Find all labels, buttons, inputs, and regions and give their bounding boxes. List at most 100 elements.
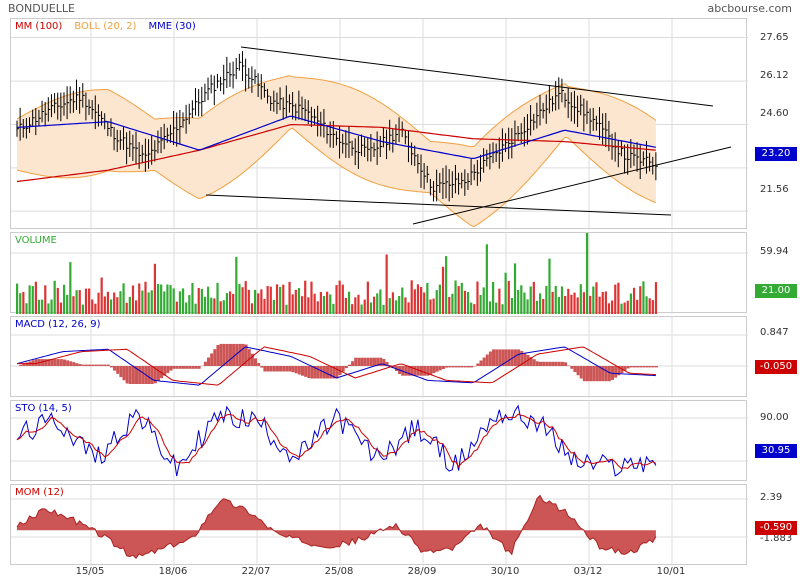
volume-bar	[376, 293, 379, 314]
legend-item: STO (14, 5)	[15, 403, 72, 414]
volume-bar	[419, 287, 423, 314]
volume-bar	[373, 296, 376, 314]
sto-legend: STO (14, 5)	[15, 403, 84, 414]
sto-plot	[11, 401, 748, 482]
volume-bar	[326, 291, 329, 314]
volume-bar	[557, 297, 560, 314]
volume-bar	[307, 297, 310, 314]
volume-bar	[144, 281, 147, 314]
macd-histogram-bar	[109, 366, 113, 368]
volume-bar	[225, 293, 229, 314]
volume-bar	[62, 284, 66, 314]
x-tick-label: 03/12	[573, 566, 603, 577]
volume-bar	[310, 281, 313, 314]
volume-bar	[564, 296, 567, 314]
mom-plot	[11, 485, 748, 566]
macd-histogram-bar	[557, 361, 561, 366]
macd-histogram-bar	[203, 361, 207, 366]
volume-bar	[207, 286, 210, 314]
volume-bar	[601, 292, 604, 314]
macd-histogram-bar	[257, 363, 261, 366]
volume-bar	[122, 283, 125, 314]
macd-histogram-bar	[363, 357, 367, 366]
macd-panel: MACD (12, 26, 9)	[10, 316, 748, 398]
volume-bar	[573, 292, 576, 314]
volume-bar	[592, 286, 595, 314]
macd-histogram-bar	[150, 366, 154, 384]
volume-bar	[510, 298, 514, 314]
volume-bar	[31, 286, 34, 314]
macd-histogram-bar	[592, 366, 596, 382]
volume-bar	[332, 303, 335, 314]
legend-item: VOLUME	[15, 235, 57, 246]
y-tick-label: 26.12	[760, 70, 789, 81]
volume-bar	[297, 288, 301, 314]
volume-bar	[648, 298, 651, 314]
macd-histogram-bar	[451, 366, 455, 368]
macd-histogram-bar	[523, 353, 527, 366]
macd-histogram-bar	[347, 364, 351, 366]
volume-bar	[476, 281, 479, 314]
momentum-area	[17, 495, 656, 559]
x-tick-label: 22/07	[241, 566, 271, 577]
macd-histogram-bar	[538, 361, 542, 366]
volume-bar	[460, 282, 463, 314]
volume-bar	[250, 303, 254, 314]
volume-bar	[607, 303, 611, 314]
volume-legend: VOLUME	[15, 235, 69, 246]
macd-histogram-bar	[545, 361, 549, 366]
macd-histogram-bar	[448, 366, 452, 368]
macd-histogram-bar	[485, 354, 489, 366]
volume-bar	[47, 303, 50, 314]
volume-bar	[482, 287, 485, 314]
volume-bar	[156, 284, 160, 314]
volume-bar	[617, 282, 620, 314]
volume-bar	[614, 284, 617, 314]
volume-bar	[235, 256, 238, 314]
x-tick-label: 18/06	[158, 566, 188, 577]
macd-histogram-bar	[119, 366, 123, 378]
macd-histogram-bar	[269, 366, 273, 372]
volume-bar	[535, 300, 539, 314]
volume-bar	[448, 297, 451, 314]
volume-bar	[554, 285, 557, 314]
x-tick-label: 25/08	[324, 566, 354, 577]
y-tick-label: 21.56	[760, 184, 789, 195]
volume-bar	[498, 288, 501, 314]
volume-bar	[485, 244, 488, 314]
x-tick-label: 28/09	[407, 566, 437, 577]
volume-bar	[351, 304, 354, 314]
macd-histogram-bar	[445, 366, 449, 368]
macd-histogram-bar	[103, 364, 107, 366]
volume-bar	[526, 299, 529, 314]
last-value-badge: 23.20	[755, 147, 797, 161]
macd-histogram-bar	[460, 366, 464, 368]
sto-d-line	[16, 413, 657, 470]
volume-bar	[645, 296, 648, 314]
macd-histogram-bar	[551, 361, 555, 366]
volume-bar	[75, 290, 78, 314]
volume-bar	[651, 300, 654, 314]
volume-bar	[216, 282, 219, 314]
macd-histogram-bar	[479, 360, 483, 366]
macd-histogram-bar	[172, 366, 176, 369]
last-value-badge: 21.00	[755, 284, 797, 298]
macd-histogram-bar	[34, 359, 38, 366]
y-tick-label: 90.00	[760, 412, 789, 423]
macd-histogram-bar	[113, 366, 117, 371]
macd-histogram-bar	[279, 366, 283, 372]
volume-bar	[504, 272, 507, 314]
volume-bar	[97, 292, 100, 314]
macd-histogram-bar	[564, 362, 568, 366]
macd-histogram-bar	[636, 366, 640, 368]
macd-histogram-bar	[228, 343, 232, 366]
volume-bar	[445, 256, 448, 314]
volume-bar	[172, 288, 175, 314]
macd-histogram-bar	[432, 366, 436, 374]
y-tick-label: 24.60	[760, 108, 789, 119]
macd-histogram-bar	[651, 366, 655, 368]
macd-histogram-bar	[116, 366, 120, 374]
macd-histogram-bar	[319, 366, 323, 379]
volume-bar	[454, 280, 457, 314]
macd-histogram-bar	[463, 366, 467, 368]
